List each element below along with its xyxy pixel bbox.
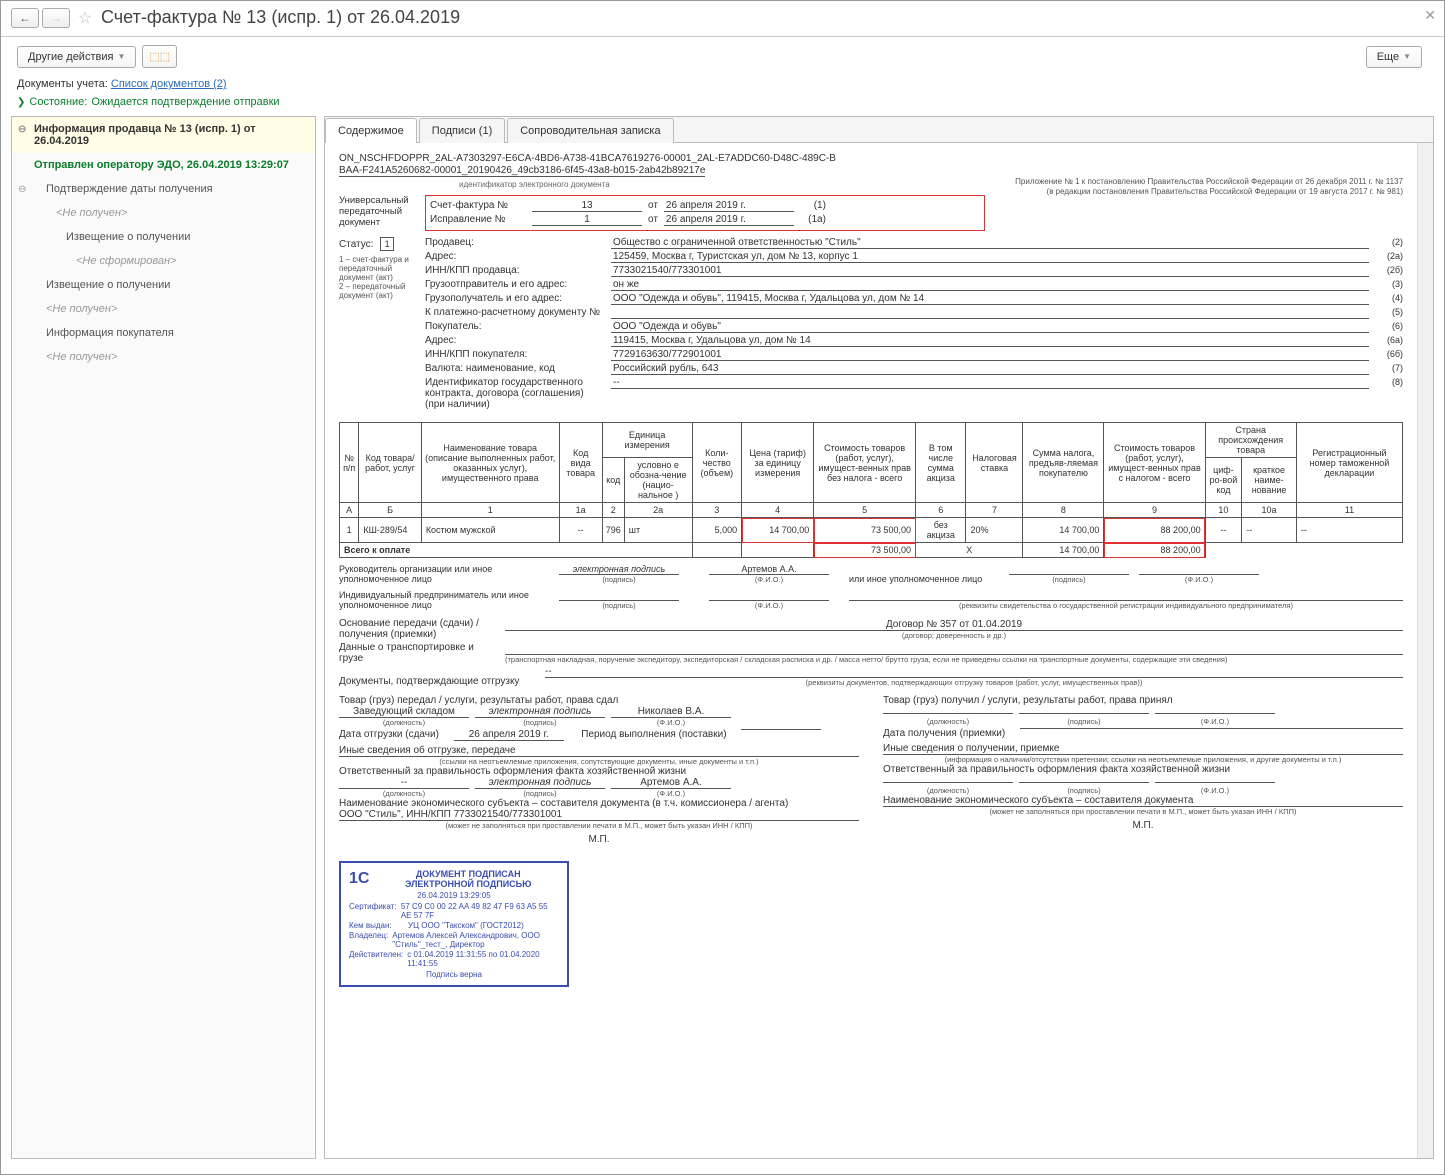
favorite-star-icon[interactable]: ☆ [75, 8, 95, 28]
tree-icon-button[interactable]: ⬚⬚ [142, 45, 177, 68]
document-view: ON_NSCHFDOPPR_2AL-A7303297-E6CA-4BD6-A73… [325, 143, 1417, 1158]
chevron-right-icon: ❯ [17, 97, 25, 108]
signature-stamp: 1С ДОКУМЕНТ ПОДПИСАН ЭЛЕКТРОННОЙ ПОДПИСЬ… [339, 861, 569, 987]
appendix-note: Приложение № 1 к постановлению Правитель… [1015, 177, 1403, 196]
documents-list-link[interactable]: Список документов (2) [111, 78, 227, 90]
collapse-icon[interactable]: ⊖ [18, 184, 26, 195]
main-panel: СодержимоеПодписи (1)Сопроводительная за… [324, 116, 1434, 1159]
status-label: Статус: [339, 239, 373, 250]
sidebar: ⊖ Информация продавца № 13 (испр. 1) от … [11, 116, 316, 1159]
invoice-number: 13 [532, 200, 642, 212]
window-title: Счет-фактура № 13 (испр. 1) от 26.04.201… [101, 7, 460, 28]
invoice-date: 26 апреля 2019 г. [664, 200, 794, 212]
status-label: Состояние: [29, 96, 87, 108]
close-button[interactable]: ✕ [1424, 7, 1436, 24]
tab-0[interactable]: Содержимое [325, 118, 417, 143]
tab-2[interactable]: Сопроводительная записка [507, 118, 673, 143]
dropdown-caret-icon: ▼ [117, 52, 125, 61]
dropdown-caret-icon: ▼ [1403, 52, 1411, 61]
sidebar-item-2[interactable]: Извещение о получении [12, 225, 315, 249]
correction-date: 26 апреля 2019 г. [664, 214, 794, 226]
collapse-icon[interactable]: ⊖ [18, 124, 26, 135]
sidebar-item-3[interactable]: <Не сформирован> [12, 249, 315, 273]
sidebar-item-0[interactable]: ⊖Подтверждение даты получения [12, 177, 315, 201]
nav-back-button[interactable]: ← [11, 8, 39, 28]
more-button[interactable]: Еще▼ [1366, 46, 1422, 68]
status-note-1: 1 – счет-фактура и передаточный документ… [339, 255, 417, 282]
director-fio: Артемов А.А. [709, 564, 829, 575]
sidebar-item-7[interactable]: <Не получен> [12, 345, 315, 369]
director-signature: электронная подпись [559, 564, 679, 575]
upd-label: Универсальный передаточный документ [339, 195, 417, 228]
vertical-scrollbar[interactable] [1417, 143, 1433, 1158]
filename-2: BAA-F241A5260682-00001_20190426_49cb3186… [339, 165, 705, 177]
basis-value: Договор № 357 от 01.04.2019 [505, 619, 1403, 631]
sidebar-item-1[interactable]: <Не получен> [12, 201, 315, 225]
filename-1: ON_NSCHFDOPPR_2AL-A7303297-E6CA-4BD6-A73… [339, 153, 1403, 164]
tab-1[interactable]: Подписи (1) [419, 118, 505, 143]
correction-number: 1 [532, 214, 642, 226]
table-total-row: Всего к оплате 73 500,00 Х 14 700,00 88 … [340, 543, 1403, 558]
sidebar-header-seller-info[interactable]: ⊖ Информация продавца № 13 (испр. 1) от … [12, 117, 315, 153]
status-value: Ожидается подтверждение отправки [91, 96, 279, 108]
sidebar-status-sent[interactable]: Отправлен оператору ЭДО, 26.04.2019 13:2… [12, 153, 315, 177]
status-code: 1 [380, 237, 394, 251]
stamp-logo-icon: 1С [349, 870, 369, 888]
other-actions-button[interactable]: Другие действия▼ [17, 46, 136, 68]
linkrow-label: Документы учета: [17, 78, 108, 90]
table-row: 1 КШ-289/54 Костюм мужской -- 796 шт 5,0… [340, 518, 1403, 543]
sidebar-item-5[interactable]: <Не получен> [12, 297, 315, 321]
nav-forward-button[interactable]: → [42, 8, 70, 28]
sidebar-item-6[interactable]: Информация покупателя [12, 321, 315, 345]
goods-table: № п/п Код товара/ работ, услуг Наименова… [339, 422, 1403, 558]
status-note-2: 2 – передаточный документ (акт) [339, 282, 417, 300]
sidebar-item-4[interactable]: Извещение о получении [12, 273, 315, 297]
hierarchy-icon: ⬚⬚ [149, 50, 170, 63]
